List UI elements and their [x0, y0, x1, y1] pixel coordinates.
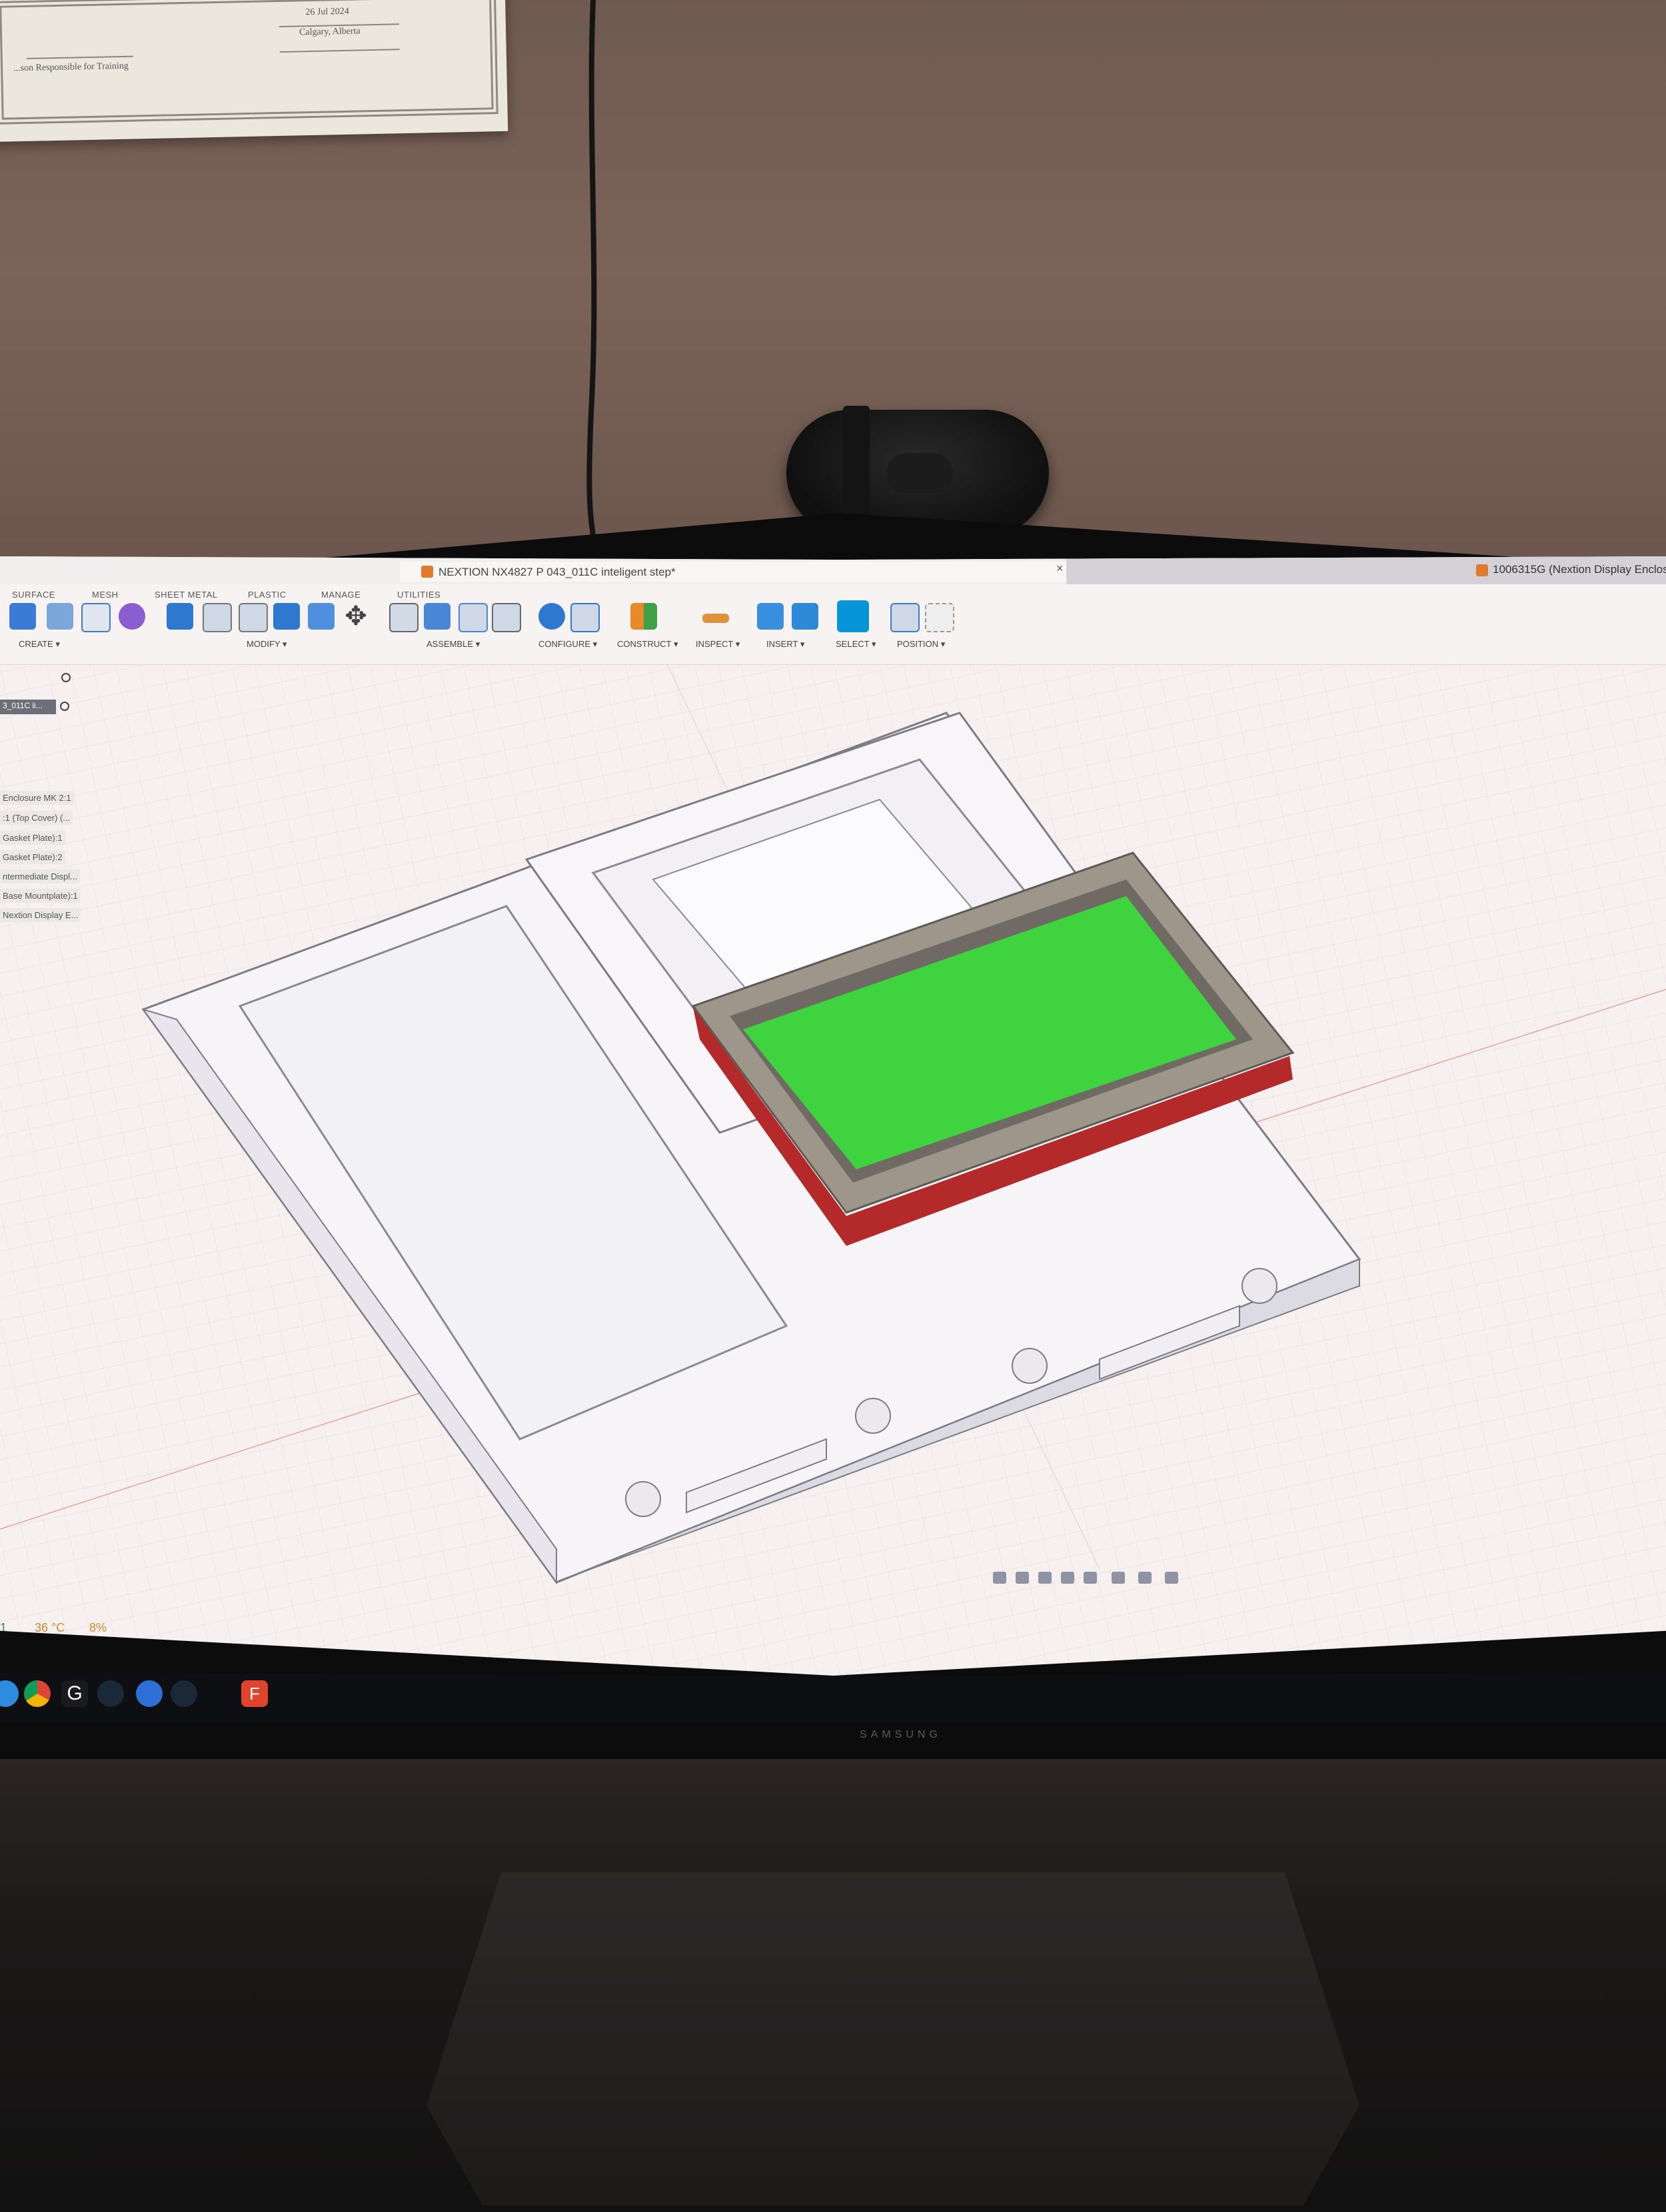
wall-certificate: 26 Jul 2024 Calgary, Alberta ...son Resp…: [0, 0, 508, 143]
status-temp: 36 °C: [35, 1621, 65, 1634]
display-settings-icon[interactable]: [1112, 1572, 1125, 1584]
davinci-icon[interactable]: [136, 1680, 163, 1707]
orbit-icon[interactable]: [993, 1572, 1006, 1584]
fusion-icon[interactable]: F: [241, 1680, 268, 1707]
certificate-location: Calgary, Alberta: [299, 26, 361, 38]
certificate-date: 26 Jul 2024: [305, 6, 349, 18]
fusion-screen: NEXTION NX4827 P 043_011C inteligent ste…: [0, 556, 1666, 1676]
desk-equipment: [426, 1872, 1359, 2205]
steam-icon[interactable]: [97, 1680, 124, 1707]
viewports-icon[interactable]: [1165, 1572, 1178, 1584]
zoom-icon[interactable]: [1061, 1572, 1074, 1584]
monitor-brand: SAMSUNG: [860, 1729, 942, 1740]
pan-icon[interactable]: [1038, 1572, 1052, 1584]
webcam-cable: [586, 0, 597, 546]
status-percent: 8%: [89, 1621, 107, 1634]
logitech-g-icon[interactable]: G: [61, 1680, 88, 1707]
windows-taskbar: G F: [0, 1672, 1666, 1722]
viewport-navbar: [993, 1569, 1186, 1589]
fit-icon[interactable]: [1084, 1572, 1097, 1584]
webcam-lens: [886, 453, 953, 493]
look-at-icon[interactable]: [1016, 1572, 1029, 1584]
chrome-icon[interactable]: [24, 1680, 51, 1707]
grid-settings-icon[interactable]: [1138, 1572, 1152, 1584]
windows-icon[interactable]: [0, 1680, 19, 1707]
steam-icon-2[interactable]: [171, 1680, 197, 1707]
